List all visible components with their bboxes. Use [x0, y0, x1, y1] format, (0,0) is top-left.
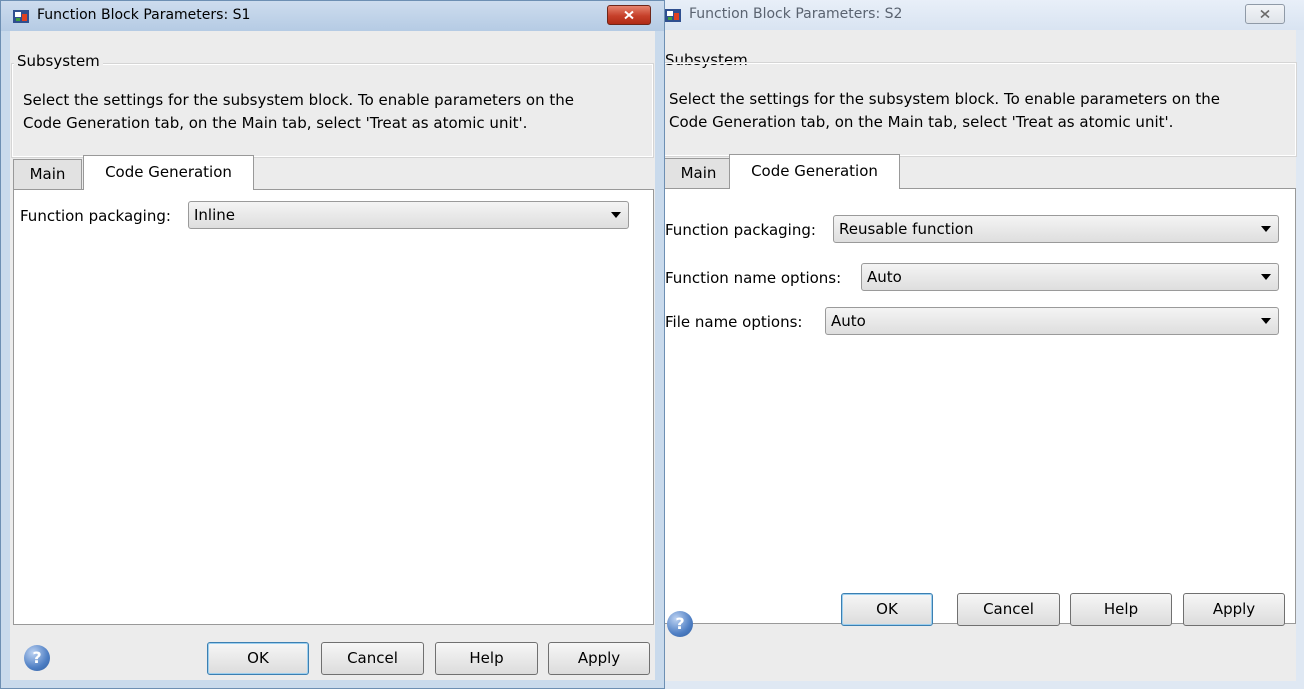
chevron-down-icon: [1261, 274, 1271, 280]
title-bar[interactable]: Function Block Parameters: S1: [1, 1, 664, 31]
file-name-options-label: File name options:: [665, 313, 803, 331]
help-icon[interactable]: ?: [667, 611, 693, 637]
description-line: Select the settings for the subsystem bl…: [669, 90, 1220, 108]
description-line: Select the settings for the subsystem bl…: [23, 91, 574, 109]
tab-code-generation[interactable]: Code Generation: [729, 154, 900, 189]
title-bar[interactable]: Function Block Parameters: S2: [653, 0, 1304, 30]
select-value: Reusable function: [839, 220, 974, 238]
tab-panel: Function packaging: Reusable function Fu…: [664, 188, 1296, 624]
cancel-button[interactable]: Cancel: [957, 593, 1060, 626]
cancel-button[interactable]: Cancel: [321, 642, 424, 675]
simulink-block-icon: [665, 9, 681, 22]
apply-button[interactable]: Apply: [548, 642, 650, 675]
group-label: Subsystem: [14, 52, 103, 70]
help-icon[interactable]: ?: [24, 645, 50, 671]
close-button[interactable]: [1245, 4, 1285, 24]
close-icon: [624, 10, 634, 20]
dialog-s1: Function Block Parameters: S1 Subsystem …: [0, 0, 665, 689]
close-button[interactable]: [607, 5, 651, 25]
file-name-options-select[interactable]: Auto: [825, 307, 1279, 335]
dialog-body: Subsystem Select the settings for the su…: [660, 30, 1297, 681]
tab-main[interactable]: Main: [664, 158, 733, 188]
tab-panel: Function packaging: Inline: [13, 189, 654, 625]
ok-button[interactable]: OK: [207, 642, 309, 675]
help-button[interactable]: Help: [1070, 593, 1172, 626]
tab-main[interactable]: Main: [13, 159, 82, 189]
function-packaging-label: Function packaging:: [665, 221, 816, 239]
function-packaging-select[interactable]: Inline: [188, 201, 629, 229]
chevron-down-icon: [1261, 226, 1271, 232]
close-icon: [1260, 9, 1270, 19]
help-button[interactable]: Help: [435, 642, 538, 675]
window-title: Function Block Parameters: S1: [37, 7, 251, 23]
simulink-block-icon: [13, 10, 29, 23]
ok-button[interactable]: OK: [841, 593, 933, 626]
tab-code-generation[interactable]: Code Generation: [83, 155, 254, 190]
description-line: Code Generation tab, on the Main tab, se…: [669, 113, 1174, 131]
description-text: Select the settings for the subsystem bl…: [669, 88, 1288, 134]
apply-button[interactable]: Apply: [1183, 593, 1285, 626]
select-value: Auto: [867, 268, 902, 286]
function-name-options-select[interactable]: Auto: [861, 263, 1279, 291]
function-packaging-label: Function packaging:: [20, 207, 171, 225]
description-text: Select the settings for the subsystem bl…: [23, 89, 647, 135]
chevron-down-icon: [1261, 318, 1271, 324]
chevron-down-icon: [611, 212, 621, 218]
dialog-s2: Function Block Parameters: S2 Subsystem …: [652, 0, 1304, 689]
select-value: Inline: [194, 206, 236, 224]
select-value: Auto: [831, 312, 866, 330]
function-packaging-select[interactable]: Reusable function: [833, 215, 1279, 243]
description-line: Code Generation tab, on the Main tab, se…: [23, 114, 528, 132]
window-title: Function Block Parameters: S2: [689, 6, 903, 22]
function-name-options-label: Function name options:: [665, 269, 842, 287]
dialog-body: Subsystem Select the settings for the su…: [10, 31, 655, 680]
